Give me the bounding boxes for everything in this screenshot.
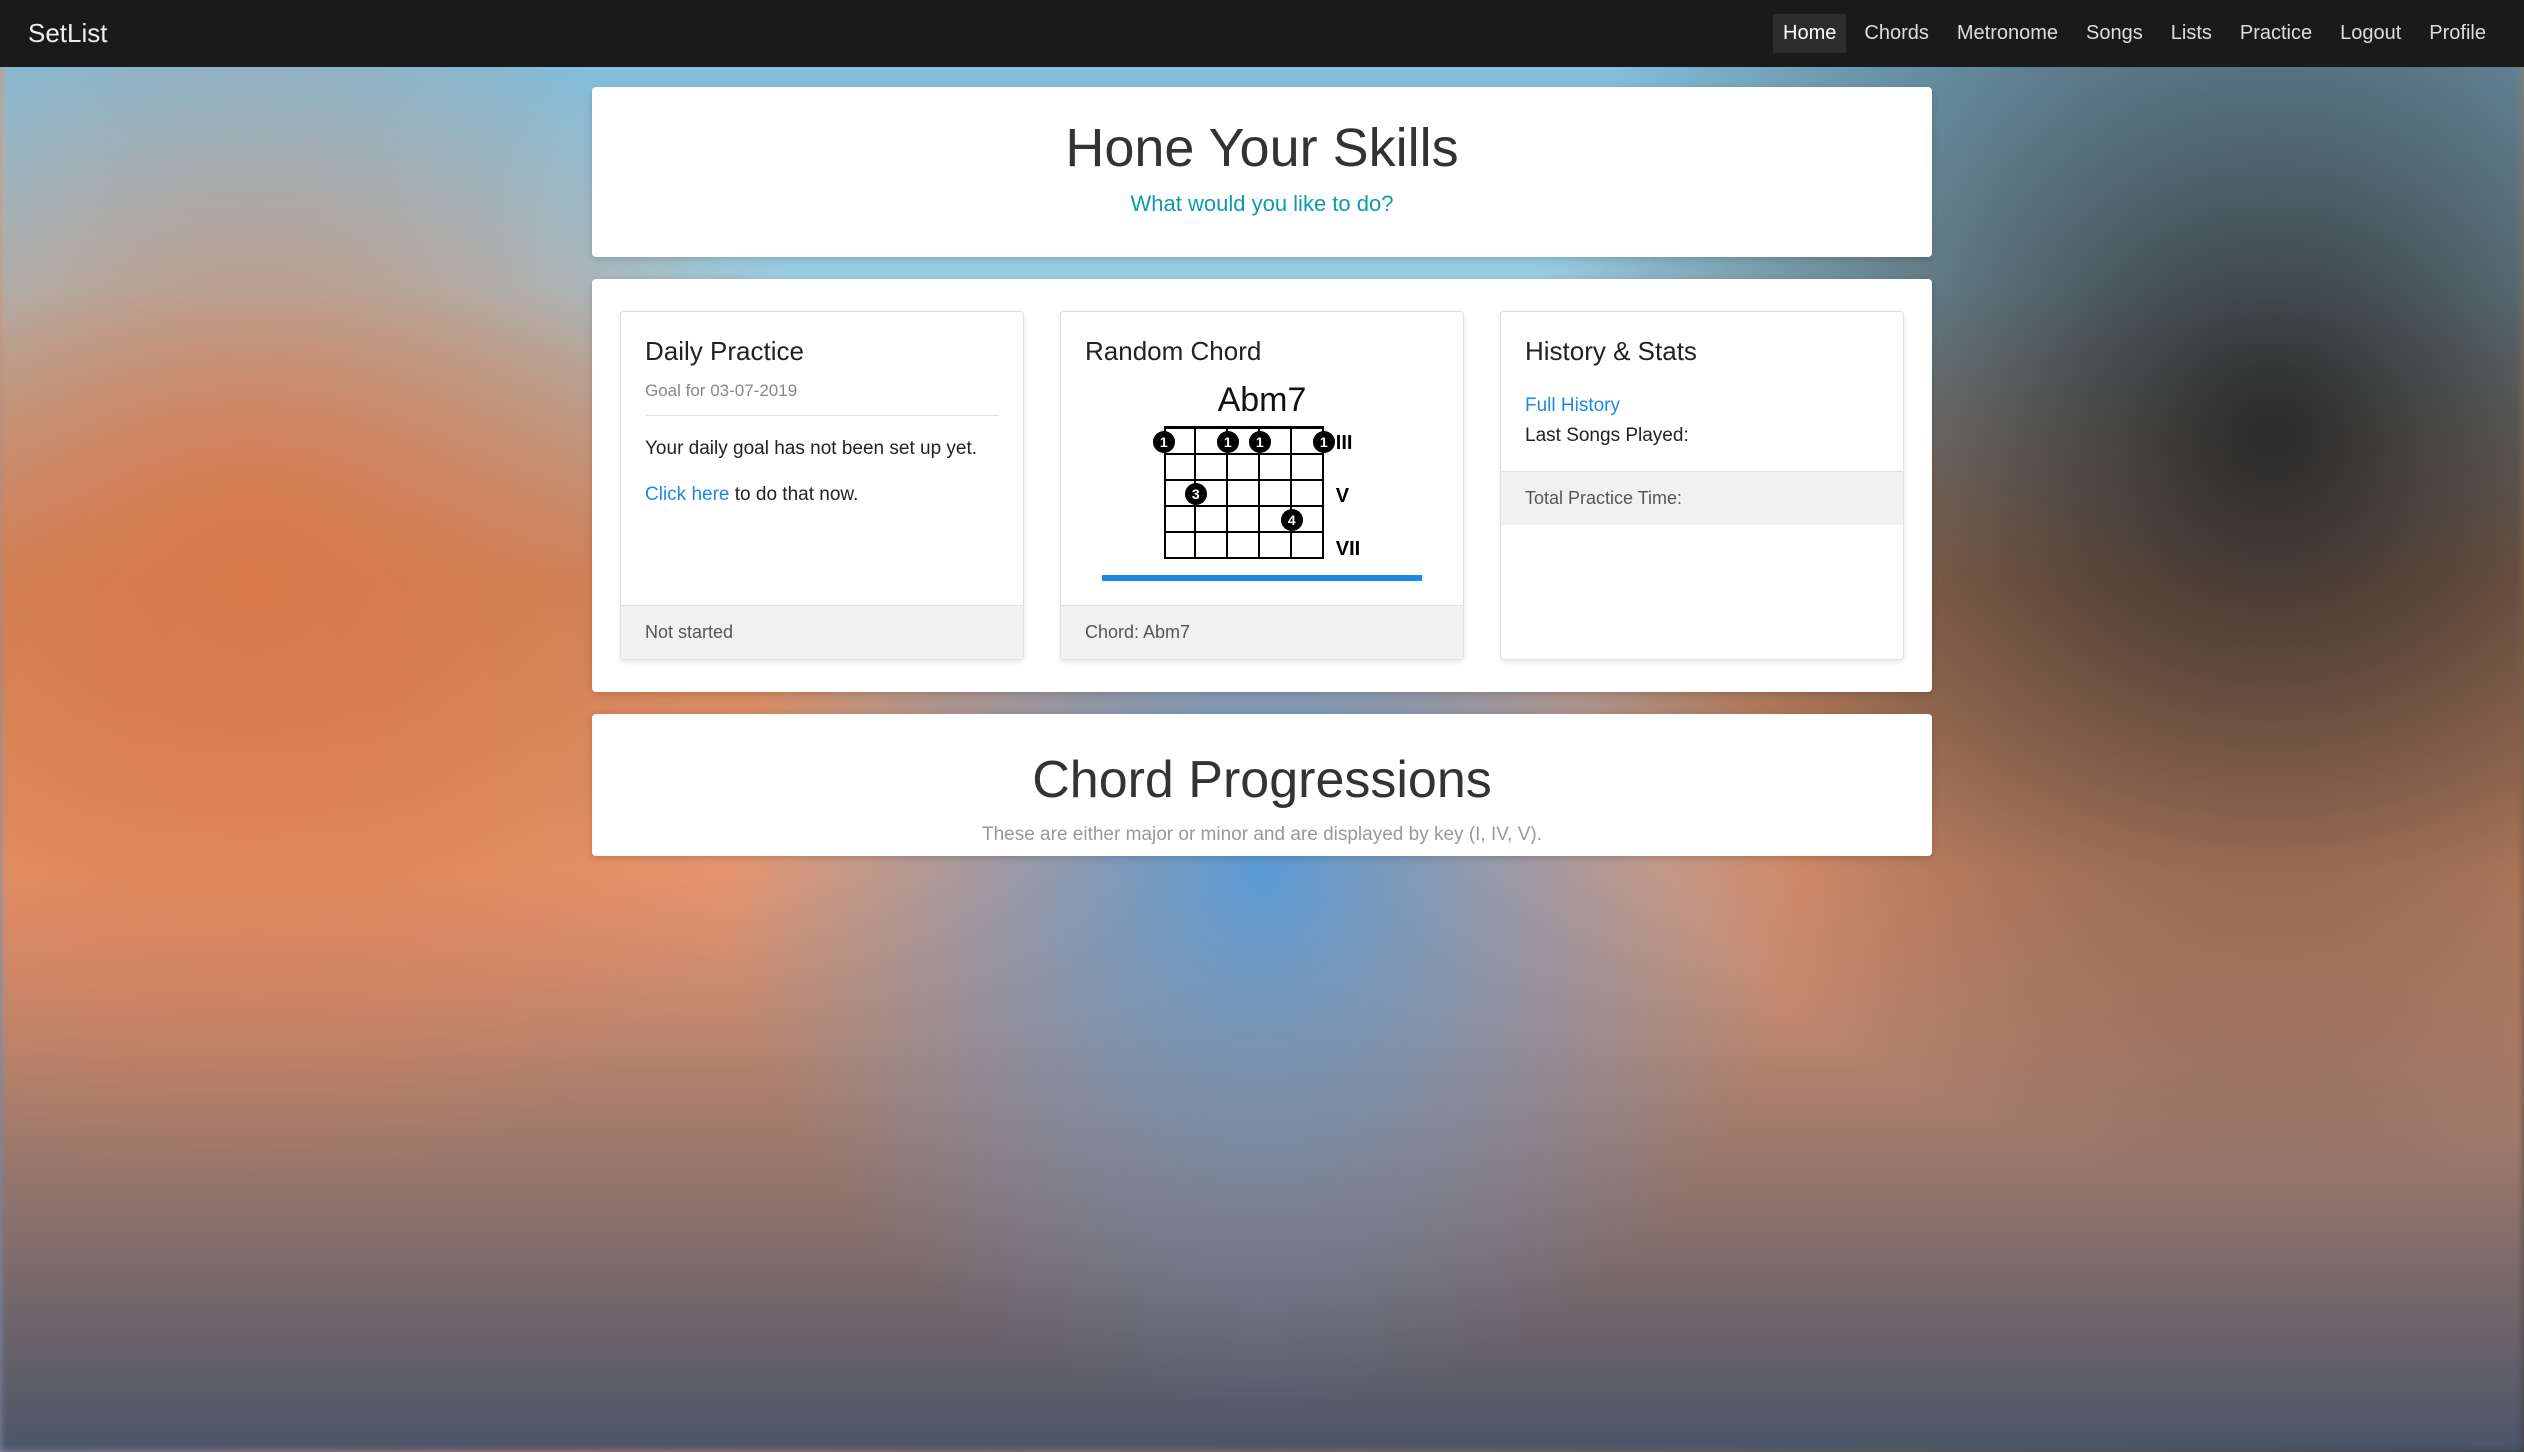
nav-home[interactable]: Home	[1773, 14, 1846, 53]
random-chord-card: Random Chord Abm7 111134 III V VII	[1060, 311, 1464, 660]
finger-dot: 4	[1281, 509, 1303, 531]
daily-setup-line: Click here to do that now.	[645, 480, 999, 510]
fret-label: VII	[1336, 538, 1360, 561]
hero-subtitle: What would you like to do?	[632, 191, 1892, 217]
daily-setup-suffix: to do that now.	[729, 484, 858, 505]
progressions-title: Chord Progressions	[632, 750, 1892, 810]
finger-dot: 1	[1153, 431, 1175, 453]
random-title: Random Chord	[1085, 336, 1439, 367]
daily-title: Daily Practice	[645, 336, 999, 367]
finger-dot: 1	[1249, 431, 1271, 453]
daily-subtitle: Goal for 03-07-2019	[645, 381, 999, 416]
cards-panel: Daily Practice Goal for 03-07-2019 Your …	[592, 279, 1932, 692]
daily-text: Your daily goal has not been set up yet.	[645, 434, 999, 464]
nav-lists[interactable]: Lists	[2161, 14, 2222, 53]
last-songs-label: Last Songs Played:	[1525, 425, 1879, 447]
nav-profile[interactable]: Profile	[2419, 14, 2496, 53]
chord-progressions-section: Chord Progressions These are either majo…	[592, 714, 1932, 856]
fret-label: III	[1336, 432, 1360, 455]
hero-card: Hone Your Skills What would you like to …	[592, 87, 1932, 257]
nav-logout[interactable]: Logout	[2330, 14, 2411, 53]
progressions-subtitle: These are either major or minor and are …	[632, 824, 1892, 846]
finger-dot: 3	[1185, 483, 1207, 505]
hero-title: Hone Your Skills	[632, 117, 1892, 179]
daily-setup-link[interactable]: Click here	[645, 484, 729, 505]
history-stats-card: History & Stats Full History Last Songs …	[1500, 311, 1904, 660]
nav-metronome[interactable]: Metronome	[1947, 14, 2068, 53]
history-title: History & Stats	[1525, 336, 1879, 367]
nav-links: Home Chords Metronome Songs Lists Practi…	[1773, 14, 2496, 53]
history-footer: Total Practice Time:	[1501, 471, 1903, 525]
daily-practice-card: Daily Practice Goal for 03-07-2019 Your …	[620, 311, 1024, 660]
random-footer: Chord: Abm7	[1061, 605, 1463, 659]
daily-footer: Not started	[621, 605, 1023, 659]
nav-songs[interactable]: Songs	[2076, 14, 2153, 53]
navbar: SetList Home Chords Metronome Songs List…	[0, 0, 2524, 67]
chord-name: Abm7	[1218, 381, 1307, 420]
fret-labels: III V VII	[1336, 426, 1360, 561]
full-history-link[interactable]: Full History	[1525, 395, 1879, 417]
chord-diagram: 111134	[1164, 426, 1324, 559]
nav-chords[interactable]: Chords	[1854, 14, 1938, 53]
finger-dot: 1	[1217, 431, 1239, 453]
brand-logo[interactable]: SetList	[28, 18, 108, 49]
chord-progress-bar	[1102, 575, 1422, 581]
finger-dot: 1	[1313, 431, 1335, 453]
nav-practice[interactable]: Practice	[2230, 14, 2322, 53]
fret-label: V	[1336, 485, 1360, 508]
